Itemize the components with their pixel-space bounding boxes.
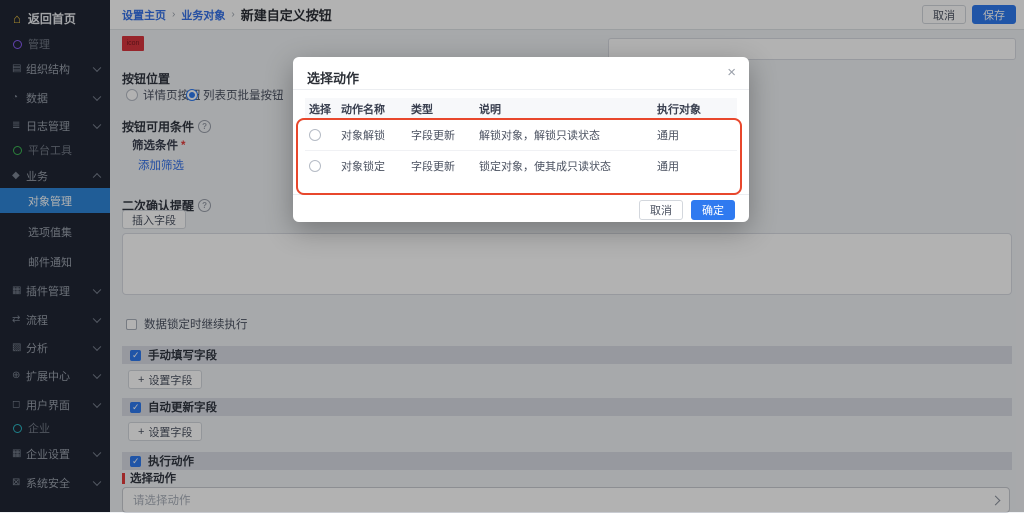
table-header-row: 选择 动作名称 类型 说明 执行对象 <box>305 98 737 120</box>
modal-cancel-button[interactable]: 取消 <box>639 200 683 220</box>
modal-ok-button[interactable]: 确定 <box>691 200 735 220</box>
divider <box>293 194 749 195</box>
table-row-object-lock[interactable]: 对象锁定 字段更新 锁定对象，使其成只读状态 通用 <box>305 151 737 181</box>
divider <box>293 89 749 90</box>
radio-icon[interactable] <box>309 129 321 141</box>
table-row-object-unlock[interactable]: 对象解锁 字段更新 解锁对象，解锁只读状态 通用 <box>305 120 737 151</box>
action-table: 选择 动作名称 类型 说明 执行对象 对象解锁 字段更新 解锁对象，解锁只读状态… <box>305 98 737 181</box>
radio-icon[interactable] <box>309 160 321 172</box>
close-icon[interactable]: × <box>727 65 736 80</box>
select-action-modal: 选择动作 × 选择 动作名称 类型 说明 执行对象 对象解锁 字段更新 解锁对象… <box>293 57 749 222</box>
modal-title: 选择动作 <box>307 68 359 87</box>
